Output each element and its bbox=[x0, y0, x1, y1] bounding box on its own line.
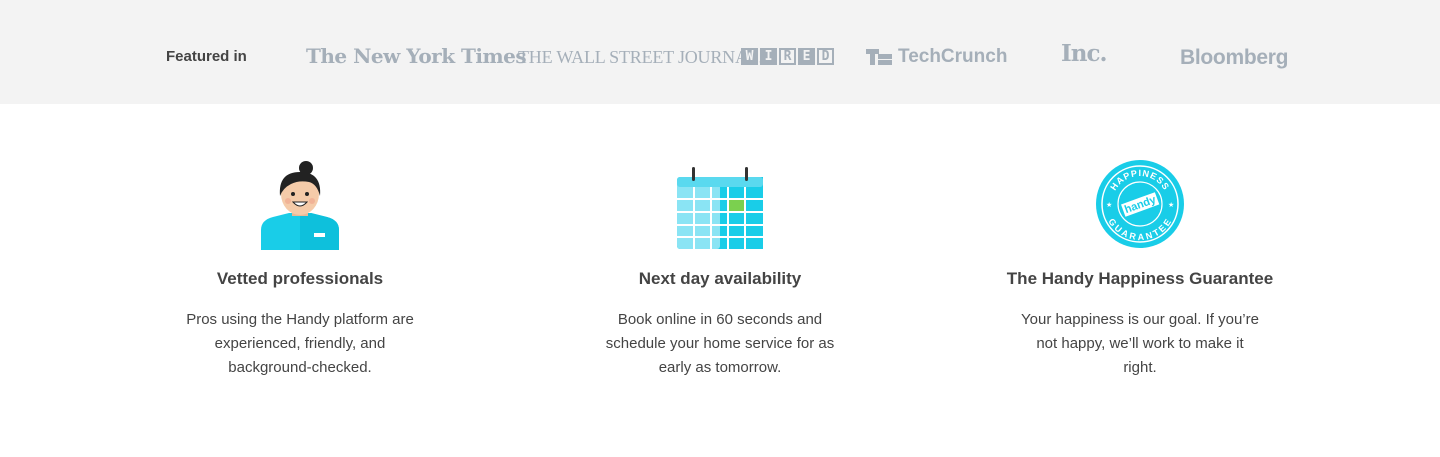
techcrunch-mark-icon bbox=[866, 49, 892, 65]
svg-text:★: ★ bbox=[1106, 201, 1112, 209]
wired-logo: W I R E D bbox=[741, 48, 834, 65]
feature-vetted-professionals: Vetted professionals Pros using the Hand… bbox=[150, 155, 450, 380]
bloomberg-logo: Bloomberg bbox=[1180, 46, 1289, 69]
feature-title: Next day availability bbox=[638, 269, 802, 288]
feature-title: Vetted professionals bbox=[216, 269, 384, 288]
wsj-logo: THE WALL STREET JOURNAL. bbox=[518, 47, 763, 67]
guarantee-seal-icon: HAPPINESS GUARANTEE handy ★ ★ bbox=[990, 155, 1290, 250]
inc-logo: Inc. bbox=[1061, 40, 1107, 67]
calendar-icon bbox=[570, 155, 870, 250]
feature-next-day-availability: Next day availability Book online in 60 … bbox=[570, 155, 870, 380]
feature-title: The Handy Happiness Guarantee bbox=[1006, 269, 1274, 288]
nyt-logo: The New York Times bbox=[306, 44, 527, 68]
press-bar: Featured in The New York Times THE WALL … bbox=[0, 0, 1440, 104]
featured-in-label: Featured in bbox=[166, 48, 247, 65]
feature-happiness-guarantee: HAPPINESS GUARANTEE handy ★ ★ The Handy … bbox=[990, 155, 1290, 380]
professional-avatar-icon bbox=[150, 155, 450, 250]
feature-description: Pros using the Handy platform are experi… bbox=[186, 311, 414, 376]
feature-description: Book online in 60 seconds and schedule y… bbox=[605, 311, 835, 376]
svg-text:★: ★ bbox=[1168, 201, 1174, 209]
techcrunch-logo: TechCrunch bbox=[866, 46, 1007, 68]
feature-description: Your happiness is our goal. If you’re no… bbox=[1021, 311, 1259, 376]
